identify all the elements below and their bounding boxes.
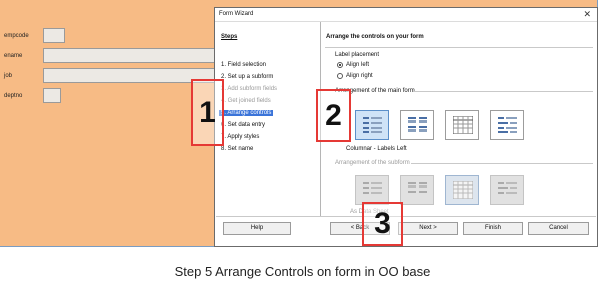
layout-block-labels-above-button[interactable] bbox=[490, 110, 524, 140]
field-label-ename: ename bbox=[4, 53, 23, 59]
next-button[interactable]: Next > bbox=[398, 222, 458, 235]
dialog-title: Form Wizard bbox=[219, 11, 254, 17]
field-label-empcode: empcode bbox=[4, 33, 29, 39]
layout-columnar-labels-left-button[interactable] bbox=[355, 110, 389, 140]
align-left-label[interactable]: Align left bbox=[346, 62, 369, 68]
datasheet-disabled-icon bbox=[453, 181, 473, 199]
annotation-2: 2 bbox=[316, 89, 351, 142]
step-arrange-controls[interactable]: 5. Arrange controls bbox=[219, 110, 274, 116]
subform-layout-columnar-top-button bbox=[400, 175, 434, 205]
step-get-joined-fields: 4. Get joined fields bbox=[221, 98, 271, 104]
header-divider bbox=[325, 47, 593, 48]
block-layout-icon bbox=[498, 117, 517, 133]
subform-layout-datasheet-button bbox=[445, 175, 479, 205]
dialog-titlebar: Form Wizard ✕ bbox=[215, 8, 597, 22]
align-left-radio[interactable] bbox=[337, 62, 343, 68]
help-button[interactable]: Help bbox=[223, 222, 291, 235]
step-apply-styles[interactable]: 7. Apply styles bbox=[221, 134, 259, 140]
align-right-radio[interactable] bbox=[337, 73, 343, 79]
annotation-1: 1 bbox=[191, 79, 224, 146]
block-layout-disabled-icon bbox=[498, 182, 517, 194]
label-placement-title: Label placement bbox=[335, 52, 380, 58]
screenshot-area: empcode ename job deptno Form Wizard ✕ S… bbox=[0, 0, 598, 247]
close-icon[interactable]: ✕ bbox=[583, 9, 591, 20]
align-right-label[interactable]: Align right bbox=[346, 73, 373, 79]
field-label-job: job bbox=[4, 73, 13, 79]
deptno-input[interactable] bbox=[43, 88, 61, 103]
annotation-3: 3 bbox=[362, 202, 403, 246]
content-header: Arrange the controls on your form bbox=[326, 34, 424, 40]
field-label-deptno: deptno bbox=[4, 93, 23, 99]
step-field-selection[interactable]: 1. Field selection bbox=[221, 62, 266, 68]
content-panel: Arrange the controls on your form Label … bbox=[321, 22, 597, 216]
layout-columnar-labels-top-button[interactable] bbox=[400, 110, 434, 140]
subform-layout-columnar-left-button bbox=[355, 175, 389, 205]
steps-panel: Steps 1. Field selection 2. Set up a sub… bbox=[216, 22, 321, 216]
step-set-up-subform[interactable]: 2. Set up a subform bbox=[221, 74, 273, 80]
empcode-input[interactable] bbox=[43, 28, 65, 43]
main-form-selected-layout: Columnar - Labels Left bbox=[346, 146, 407, 152]
steps-header: Steps bbox=[221, 34, 238, 40]
main-form-divider bbox=[413, 91, 593, 92]
subform-layout-block-button bbox=[490, 175, 524, 205]
button-row-divider bbox=[216, 216, 596, 217]
job-input[interactable] bbox=[43, 68, 215, 83]
subform-divider bbox=[411, 163, 593, 164]
finish-button[interactable]: Finish bbox=[463, 222, 523, 235]
step-set-data-entry[interactable]: 6. Set data entry bbox=[221, 122, 265, 128]
columnar-left-disabled-icon bbox=[363, 182, 382, 194]
layout-datasheet-button[interactable] bbox=[445, 110, 479, 140]
step-set-name[interactable]: 8. Set name bbox=[221, 146, 253, 152]
columnar-top-icon bbox=[408, 117, 427, 132]
subform-arrangement-title: Arrangement of the subform bbox=[335, 160, 410, 166]
ename-input[interactable] bbox=[43, 48, 215, 63]
columnar-left-icon bbox=[363, 117, 382, 133]
datasheet-icon bbox=[453, 116, 473, 134]
form-wizard-dialog: Form Wizard ✕ Steps 1. Field selection 2… bbox=[214, 7, 598, 247]
cancel-button[interactable]: Cancel bbox=[528, 222, 589, 235]
step-add-subform-fields: 3. Add subform fields bbox=[221, 86, 278, 92]
caption: Step 5 Arrange Controls on form in OO ba… bbox=[174, 264, 431, 279]
columnar-top-disabled-icon bbox=[408, 182, 427, 193]
